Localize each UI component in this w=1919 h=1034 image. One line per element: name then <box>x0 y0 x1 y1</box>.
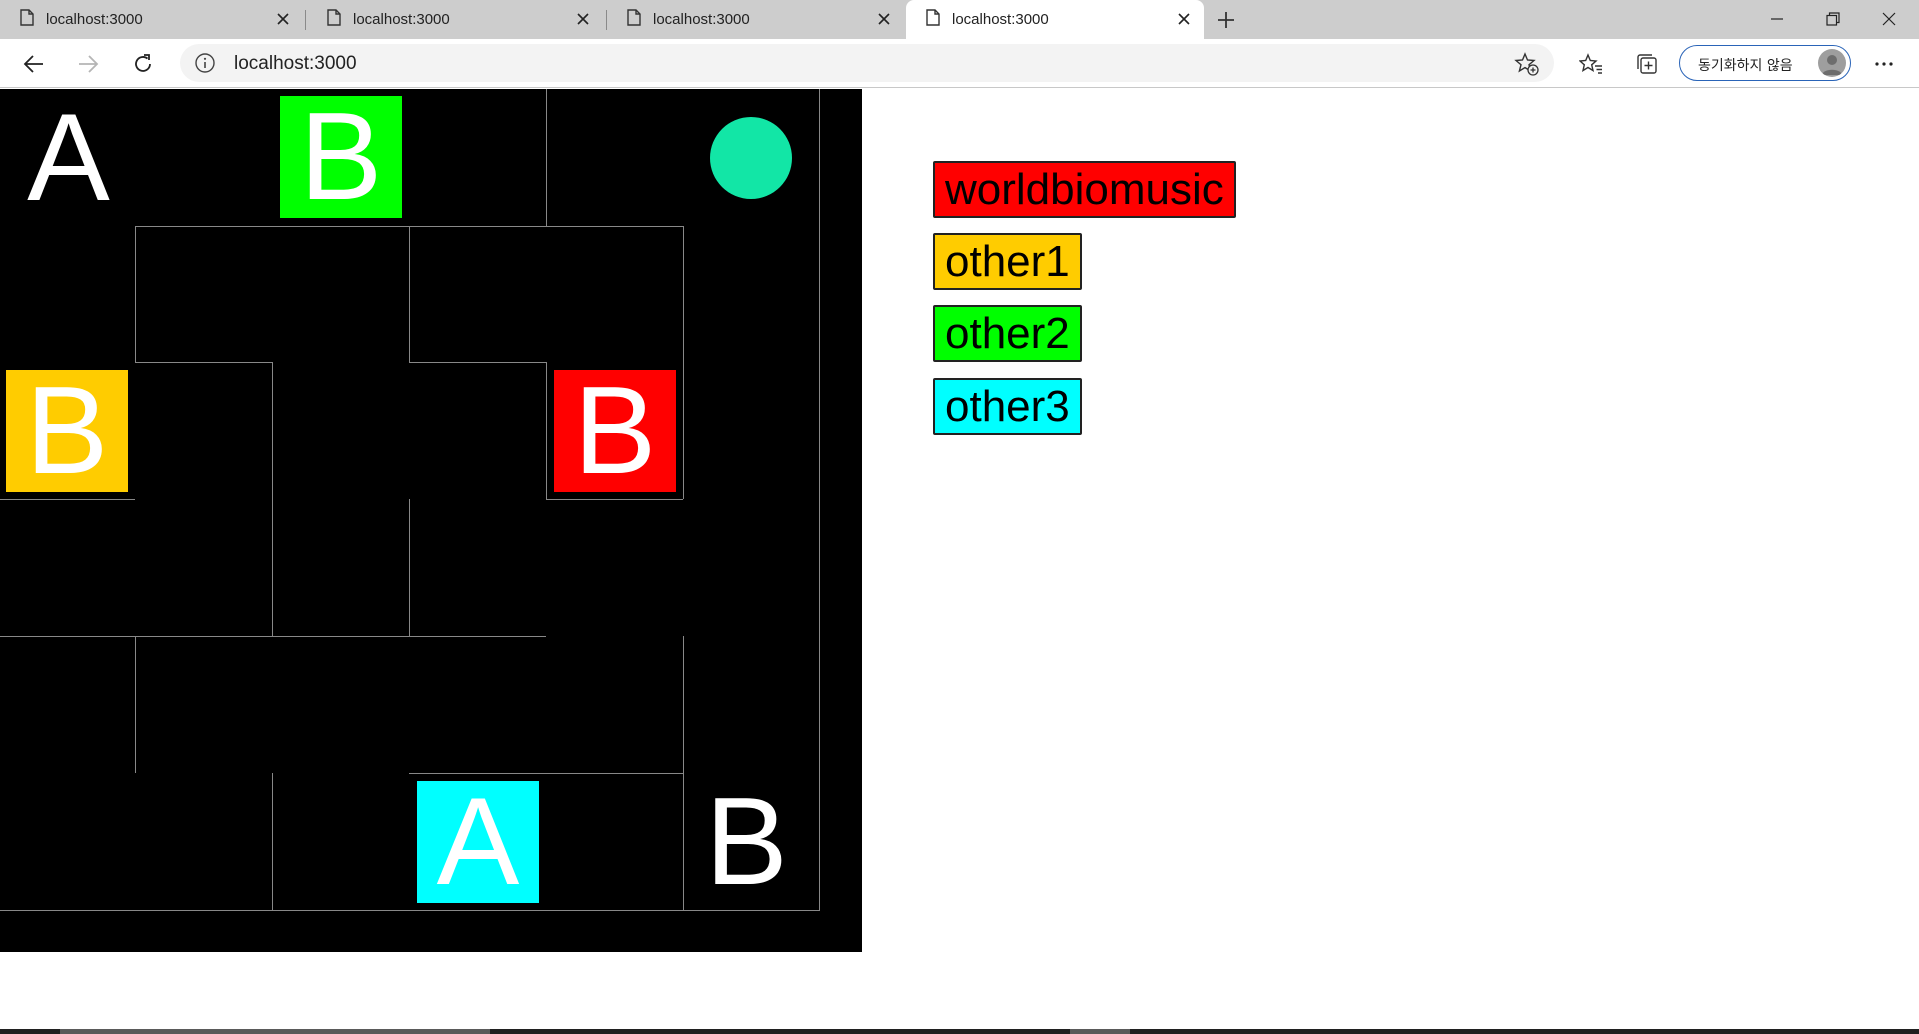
cell-label-b-green: B <box>280 95 402 219</box>
cell-label-a-cyan: A <box>417 780 539 904</box>
plus-icon <box>1218 12 1234 28</box>
avatar <box>1818 49 1846 77</box>
tab-divider <box>305 10 306 30</box>
address-input[interactable]: localhost:3000 <box>234 53 357 75</box>
close-icon[interactable] <box>874 9 894 29</box>
legend-item-other1: other1 <box>933 233 1082 290</box>
tab-title: localhost:3000 <box>653 11 750 28</box>
forward-button[interactable] <box>71 47 105 81</box>
close-icon[interactable] <box>1174 9 1194 29</box>
page-icon <box>327 8 341 31</box>
browser-tab-1[interactable]: localhost:3000 <box>0 0 303 39</box>
favorites-icon <box>1579 53 1602 74</box>
tab-title: localhost:3000 <box>952 11 1049 28</box>
page-icon <box>20 8 34 31</box>
player-token <box>710 117 792 199</box>
cell-label-a: A <box>27 88 110 227</box>
sync-status-label: 동기화하지 않음 <box>1698 58 1793 74</box>
info-icon[interactable] <box>194 52 216 74</box>
browser-tab-2[interactable]: localhost:3000 <box>307 0 603 39</box>
navigation-bar: localhost:3000 동기화하지 않음 <box>0 39 1919 88</box>
add-favorite-icon[interactable] <box>1514 51 1540 77</box>
close-icon[interactable] <box>273 9 293 29</box>
page-icon <box>926 8 940 31</box>
arrow-left-icon <box>23 55 43 73</box>
tab-title: localhost:3000 <box>46 11 143 28</box>
minimize-button[interactable] <box>1761 4 1793 34</box>
back-button[interactable] <box>17 47 51 81</box>
minimize-icon <box>1771 18 1783 20</box>
close-window-button[interactable] <box>1873 4 1905 34</box>
legend-item-other2: other2 <box>933 305 1082 362</box>
tab-title: localhost:3000 <box>353 11 450 28</box>
favorites-button[interactable] <box>1574 47 1608 81</box>
tab-strip: localhost:3000 localhost:3000 localhost:… <box>0 0 1919 39</box>
restore-icon <box>1826 12 1840 26</box>
page-icon <box>627 8 641 31</box>
more-icon <box>1875 62 1893 66</box>
close-icon[interactable] <box>573 9 593 29</box>
arrow-right-icon <box>79 55 99 73</box>
new-tab-button[interactable] <box>1213 7 1239 33</box>
browser-tab-4[interactable]: localhost:3000 <box>906 0 1204 39</box>
restore-button[interactable] <box>1817 4 1849 34</box>
collections-button[interactable] <box>1630 47 1664 81</box>
legend-item-other3: other3 <box>933 378 1082 435</box>
legend-item-worldbiomusic: worldbiomusic <box>933 161 1236 218</box>
collections-icon <box>1637 54 1657 74</box>
cell-label-b-yellow: B <box>6 369 128 493</box>
taskbar-edge <box>0 1029 1919 1034</box>
profile-button[interactable]: 동기화하지 않음 <box>1679 45 1851 81</box>
refresh-icon <box>135 54 151 72</box>
cell-label-b-red: B <box>554 369 676 493</box>
game-board[interactable]: A B B B A B <box>0 89 862 952</box>
refresh-button[interactable] <box>126 47 160 81</box>
browser-tab-3[interactable]: localhost:3000 <box>607 0 904 39</box>
person-icon <box>1822 55 1842 75</box>
address-bar[interactable]: localhost:3000 <box>180 44 1554 82</box>
settings-menu-button[interactable] <box>1867 47 1901 81</box>
close-icon <box>1882 12 1896 26</box>
cell-label-b: B <box>705 772 788 911</box>
